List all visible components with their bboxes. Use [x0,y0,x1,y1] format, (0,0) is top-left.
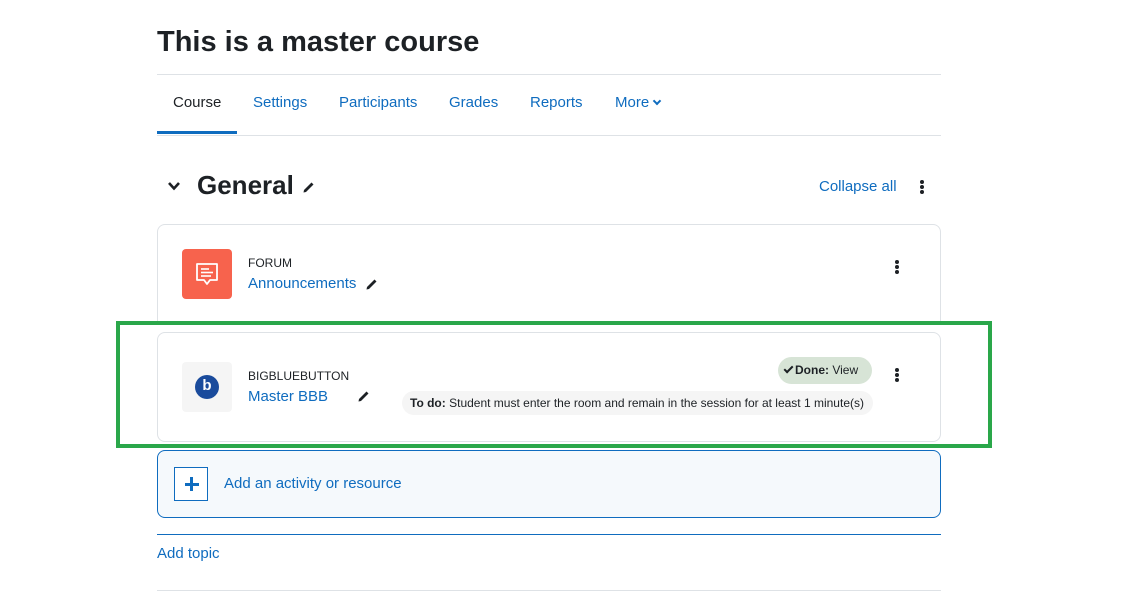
add-topic-link[interactable]: Add topic [157,545,220,562]
activity-type-label: FORUM [248,256,292,270]
chevron-down-icon[interactable] [168,180,180,192]
tab-more[interactable]: More [615,75,662,135]
highlight-box [116,321,992,448]
add-activity-label[interactable]: Add an activity or resource [224,475,402,492]
activity-link-announcements[interactable]: Announcements [248,275,356,292]
tab-participants[interactable]: Participants [339,75,417,135]
section-menu-kebab-icon[interactable] [920,180,924,194]
page-title: This is a master course [157,26,480,58]
forum-icon [182,249,232,299]
tab-settings[interactable]: Settings [253,75,307,135]
tab-more-label: More [615,94,650,111]
section-title: General [197,170,294,200]
divider [157,534,941,535]
activity-menu-kebab-icon[interactable] [895,260,899,274]
activity-card-forum [157,224,941,324]
divider [157,590,941,591]
tab-course[interactable]: Course [173,75,221,135]
active-tab-indicator [157,131,237,134]
tab-reports[interactable]: Reports [530,75,583,135]
chevron-down-icon [652,96,662,106]
pencil-icon[interactable] [365,277,379,291]
tab-grades[interactable]: Grades [449,75,498,135]
collapse-all-link[interactable]: Collapse all [819,178,897,195]
pencil-icon[interactable] [302,180,316,194]
course-nav: Course Settings Participants Grades Repo… [157,75,941,136]
plus-icon[interactable] [174,467,208,501]
